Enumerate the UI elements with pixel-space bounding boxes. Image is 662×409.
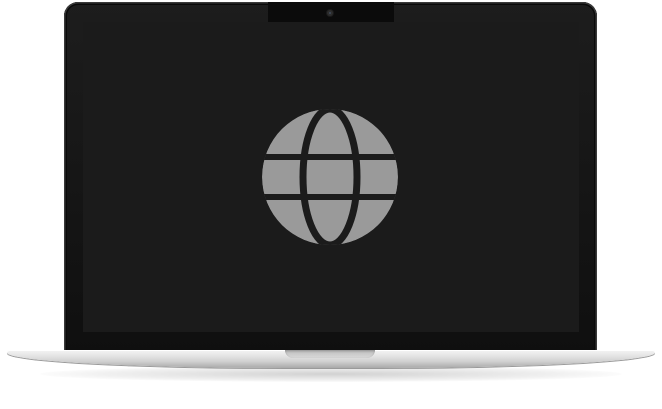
laptop-shadow <box>40 366 622 382</box>
laptop-mockup <box>0 0 662 409</box>
lid-opening-notch <box>285 350 375 358</box>
camera-lens <box>329 12 331 14</box>
globe-icon <box>262 109 398 245</box>
